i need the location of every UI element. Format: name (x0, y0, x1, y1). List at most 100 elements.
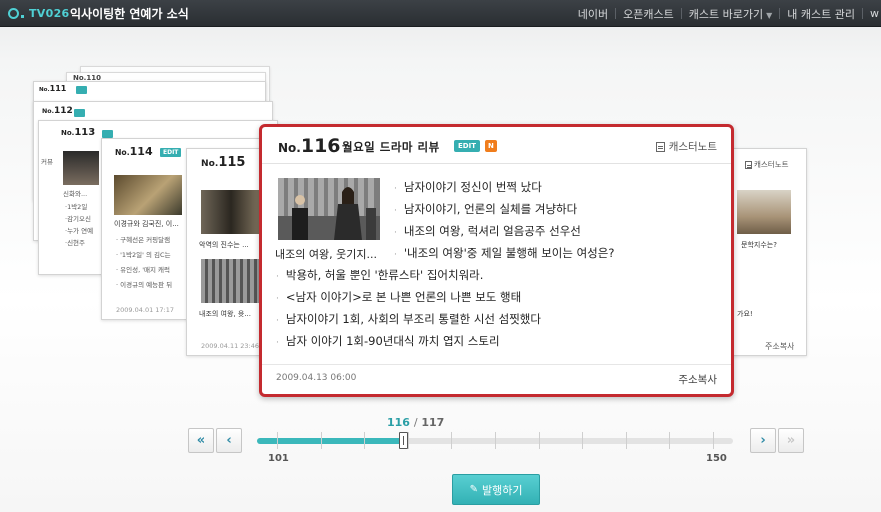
article-link[interactable]: · 남자 이야기 1회-90년대식 까치 엽지 스토리 (276, 333, 500, 349)
nav-my-cast[interactable]: 내 캐스트 관리 (780, 6, 862, 22)
card-117-caption[interactable]: 문학지수는? (741, 240, 777, 250)
card-113-number: No.113 (61, 127, 96, 138)
chevron-left-icon: ‹ (226, 433, 232, 448)
slider-tick (539, 432, 540, 449)
card-114-number: No.114 (115, 145, 153, 158)
card-115-caption-1[interactable]: 악역의 진수는 ... (199, 240, 249, 250)
pencil-icon: ✎ (469, 484, 478, 495)
article-link-text: 남자이야기 1회, 사회의 부조리 통렬한 시선 섬찟했다 (285, 312, 541, 326)
publish-button[interactable]: ✎ 발행하기 (452, 474, 540, 505)
article-link-text: 남자 이야기 1회-90년대식 까치 엽지 스토리 (285, 334, 500, 348)
card-number-label: No. (278, 141, 301, 155)
article-link[interactable]: · 남자이야기 정신이 번쩍 났다 (394, 179, 542, 195)
card-113-line[interactable]: ·신현주 (65, 237, 85, 247)
article-link-text: '내조의 여왕'중 제일 불행해 보이는 여성은? (403, 246, 615, 260)
card-115-caption-2[interactable]: 내조의 여왕, 윳... (199, 309, 251, 319)
chevron-right-icon: › (760, 433, 766, 448)
bullet: · (276, 272, 279, 282)
logo-ring-icon (8, 8, 19, 19)
slider-min-label: 101 (268, 453, 289, 464)
cast-title[interactable]: 익사이팅한 연예가 소식 (70, 5, 189, 22)
top-bar: TV026 익사이팅한 연예가 소식 네이버 오픈캐스트 캐스트 바로가기 ▼ 내… (0, 0, 881, 27)
caster-note-button[interactable]: 캐스터노트 (655, 139, 717, 154)
card-117-caster-note-label: 캐스터노트 (754, 160, 789, 169)
card-111-number: No.111 (39, 84, 67, 93)
nav-cast-shortcut[interactable]: 캐스트 바로가기 ▼ (682, 6, 780, 22)
article-link-text: 남자이야기 정신이 번쩍 났다 (403, 180, 542, 194)
card-113-line[interactable]: ·감기오신 (65, 213, 91, 223)
publish-button-label: 발행하기 (481, 483, 523, 497)
slider-tick (321, 432, 322, 449)
nav-more[interactable]: w (863, 7, 881, 20)
thumbnail-caption[interactable]: 내조의 여왕, 웃기지... (275, 246, 377, 262)
slider-tick (582, 432, 583, 449)
card-114-photo-caption[interactable]: 이경규와 김국진, 이... (114, 219, 179, 229)
card-114-line[interactable]: · '1박2일' 의 김C는 (116, 249, 171, 259)
card-114-line-text: 유인성, '매지 캐럭 (120, 266, 170, 274)
bullet: · (394, 184, 397, 194)
selected-cast-card[interactable]: No.116 월요일 드라마 리뷰 EDIT N 캐스터노트 내조의 여왕, 웃… (259, 124, 734, 397)
card-114-date: 2009.04.01 17:17 (116, 306, 175, 314)
card-114-line-text: 이경규의 예능판 뒤 (120, 281, 173, 289)
card-114-line-text: '1박2일' 의 김C는 (120, 251, 171, 259)
double-chevron-left-icon: « (196, 433, 206, 448)
prev-page-button[interactable]: ‹ (216, 428, 242, 453)
slider-tick (408, 432, 409, 449)
article-link[interactable]: · 내조의 여왕, 럭셔리 얼음공주 선우선 (394, 223, 581, 239)
article-link[interactable]: · 박용하, 허울 뿐인 '한류스타' 집어치워라. (276, 267, 483, 283)
bullet: · (276, 338, 279, 348)
bullet: · (394, 228, 397, 238)
card-117-copy-address[interactable]: 주소복사 (765, 341, 794, 352)
nav-opencast[interactable]: 오픈캐스트 (616, 6, 681, 22)
card-115-thumbnail-2[interactable] (201, 259, 261, 303)
nav-naver[interactable]: 네이버 (571, 6, 615, 22)
card-113-line[interactable]: 신화와... (63, 188, 87, 198)
first-page-button[interactable]: « (188, 428, 214, 453)
last-page-button[interactable]: » (778, 428, 804, 453)
tv026-logo[interactable]: TV026 (8, 5, 69, 22)
double-chevron-right-icon: » (786, 433, 796, 448)
card-114-line[interactable]: · 유인성, '매지 캐럭 (116, 264, 170, 274)
card-113-line[interactable]: ·누가 연예 (65, 225, 93, 235)
card-117-caption-2[interactable]: 가요! (737, 309, 753, 319)
slider-tick (669, 432, 670, 449)
slider-tick (364, 432, 365, 449)
card-date: 2009.04.13 06:00 (276, 373, 357, 383)
card-113-line[interactable]: ·1박2일 (65, 201, 87, 211)
bullet: · (394, 206, 397, 216)
card-117-caster-note[interactable]: 캐스터노트 (745, 159, 792, 170)
note-icon (655, 141, 665, 152)
slider-handle[interactable] (399, 432, 408, 449)
article-link[interactable]: · '내조의 여왕'중 제일 불행해 보이는 여성은? (394, 245, 614, 261)
slider-tick (495, 432, 496, 449)
edit-badge (102, 130, 114, 138)
article-link[interactable]: · 남자이야기 1회, 사회의 부조리 통렬한 시선 섬찟했다 (276, 311, 541, 327)
article-link[interactable]: · <남자 이야기>로 본 나쁜 언론의 나쁜 보도 행태 (276, 289, 521, 305)
card-115-number: No.115 (201, 155, 246, 170)
card-115-thumbnail-1[interactable] (201, 190, 261, 234)
edit-badge (76, 86, 88, 94)
card-header: No.116 월요일 드라마 리뷰 EDIT N 캐스터노트 (262, 127, 731, 164)
card-113-thumbnail[interactable] (63, 151, 99, 185)
next-page-button[interactable]: › (750, 428, 776, 453)
card-113-line[interactable]: 커뮤 (41, 156, 53, 166)
article-link[interactable]: · 남자이야기, 언론의 실체를 겨냥하다 (394, 201, 577, 217)
card-117-thumbnail[interactable] (737, 190, 791, 234)
card-114-line[interactable]: · 이경규의 예능판 뒤 (116, 279, 172, 289)
slider-total: 117 (421, 416, 445, 429)
nav-cast-shortcut-label: 캐스트 바로가기 (688, 7, 764, 21)
logo-text: TV026 (29, 7, 70, 20)
card-115-date: 2009.04.11 23:46 (201, 342, 260, 350)
card-thumbnail[interactable] (278, 178, 380, 240)
chevron-down-icon: ▼ (766, 10, 773, 20)
card-114-thumbnail[interactable] (114, 175, 182, 215)
bullet: · (276, 316, 279, 326)
copy-address-button[interactable]: 주소복사 (678, 372, 717, 387)
card-114-line-text: 구혜선은 커핑달램 (120, 236, 171, 244)
card-114-line[interactable]: · 구혜선은 커핑달램 (116, 234, 170, 244)
card-title[interactable]: 월요일 드라마 리뷰 (342, 139, 440, 155)
card-number-value: 116 (300, 135, 341, 157)
slider-tick (713, 432, 714, 449)
bullet: · (276, 294, 279, 304)
article-link-text: 내조의 여왕, 럭셔리 얼음공주 선우선 (403, 224, 581, 238)
